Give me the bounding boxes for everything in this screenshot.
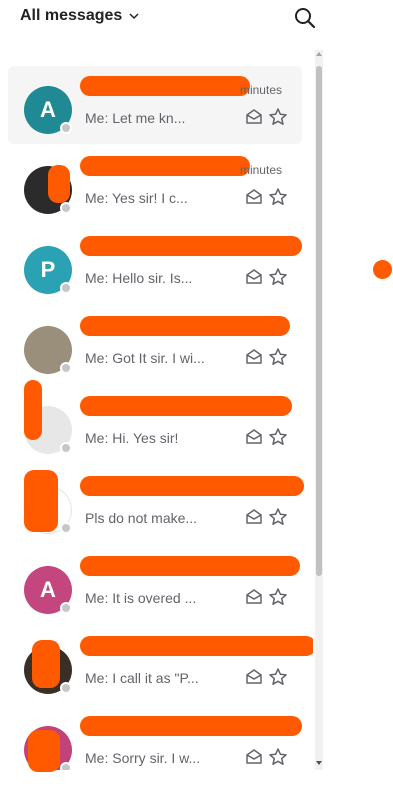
mark-unread-icon[interactable] — [244, 667, 264, 687]
redacted-name — [80, 396, 292, 416]
star-icon[interactable] — [268, 347, 288, 367]
status-dot — [60, 682, 72, 694]
star-icon[interactable] — [268, 587, 288, 607]
message-time: minutes — [239, 83, 282, 97]
message-preview: Me: Yes sir! I c... — [85, 190, 188, 206]
redaction-mark — [48, 165, 70, 203]
message-preview: Pls do not make... — [85, 510, 198, 526]
status-dot — [60, 362, 72, 374]
message-preview: Me: It is overed ... — [85, 590, 197, 606]
mark-unread-icon[interactable] — [244, 107, 264, 127]
conversation-row[interactable]: Aminutes Me: Let me kn... — [8, 66, 302, 144]
redaction-mark — [28, 730, 60, 772]
all-messages-dropdown[interactable]: All messages — [20, 7, 140, 25]
conversation-row[interactable]: Me: Hi. Yes sir! — [8, 386, 302, 464]
redaction-mark — [32, 640, 60, 688]
message-preview: Me: I call it as "P... — [85, 670, 199, 686]
redacted-name — [80, 236, 302, 256]
status-dot — [60, 762, 72, 770]
mark-unread-icon[interactable] — [244, 747, 264, 767]
redacted-name — [80, 76, 250, 96]
conversation-row[interactable]: P Me: Hello sir. Is... — [8, 226, 302, 304]
mark-unread-icon[interactable] — [244, 427, 264, 447]
filter-label: All messages — [20, 7, 123, 24]
redaction-mark — [24, 380, 42, 440]
message-preview: Me: Hello sir. Is... — [85, 270, 193, 286]
star-icon[interactable] — [268, 107, 288, 127]
status-dot — [60, 282, 72, 294]
inbox-header: All messages — [0, 0, 393, 38]
status-dot — [60, 522, 72, 534]
star-icon[interactable] — [268, 187, 288, 207]
scrollbar-thumb[interactable] — [316, 66, 322, 576]
status-dot — [60, 442, 72, 454]
star-icon[interactable] — [268, 747, 288, 767]
message-preview: Me: Got It sir. I wi... — [85, 350, 205, 366]
message-time: minutes — [239, 163, 282, 177]
conversation-row[interactable]: Me: Got It sir. I wi... — [8, 306, 302, 384]
mark-unread-icon[interactable] — [244, 587, 264, 607]
status-dot — [60, 202, 72, 214]
message-preview: Me: Hi. Yes sir! — [85, 430, 179, 446]
redaction-dot — [373, 260, 392, 279]
star-icon[interactable] — [268, 667, 288, 687]
redaction-mark — [24, 470, 58, 532]
redacted-name — [80, 316, 290, 336]
status-dot — [60, 122, 72, 134]
message-preview: Me: Let me kn... — [85, 110, 186, 126]
scroll-down-arrow-icon[interactable] — [316, 760, 322, 766]
scroll-up-arrow-icon[interactable] — [316, 51, 322, 57]
mark-unread-icon[interactable] — [244, 507, 264, 527]
mark-unread-icon[interactable] — [244, 347, 264, 367]
mark-unread-icon[interactable] — [244, 187, 264, 207]
redacted-name — [80, 156, 250, 176]
star-icon[interactable] — [268, 427, 288, 447]
redacted-name — [80, 556, 300, 576]
status-dot — [60, 602, 72, 614]
star-icon[interactable] — [268, 267, 288, 287]
star-icon[interactable] — [268, 507, 288, 527]
search-icon[interactable] — [293, 6, 317, 30]
redacted-name — [80, 476, 304, 496]
chevron-down-icon — [129, 13, 139, 20]
redacted-name — [80, 716, 302, 736]
message-preview: Me: Sorry sir. I w... — [85, 750, 201, 766]
redacted-name — [80, 636, 313, 656]
mark-unread-icon[interactable] — [244, 267, 264, 287]
conversation-row[interactable]: A Me: It is overed ... — [8, 546, 302, 624]
